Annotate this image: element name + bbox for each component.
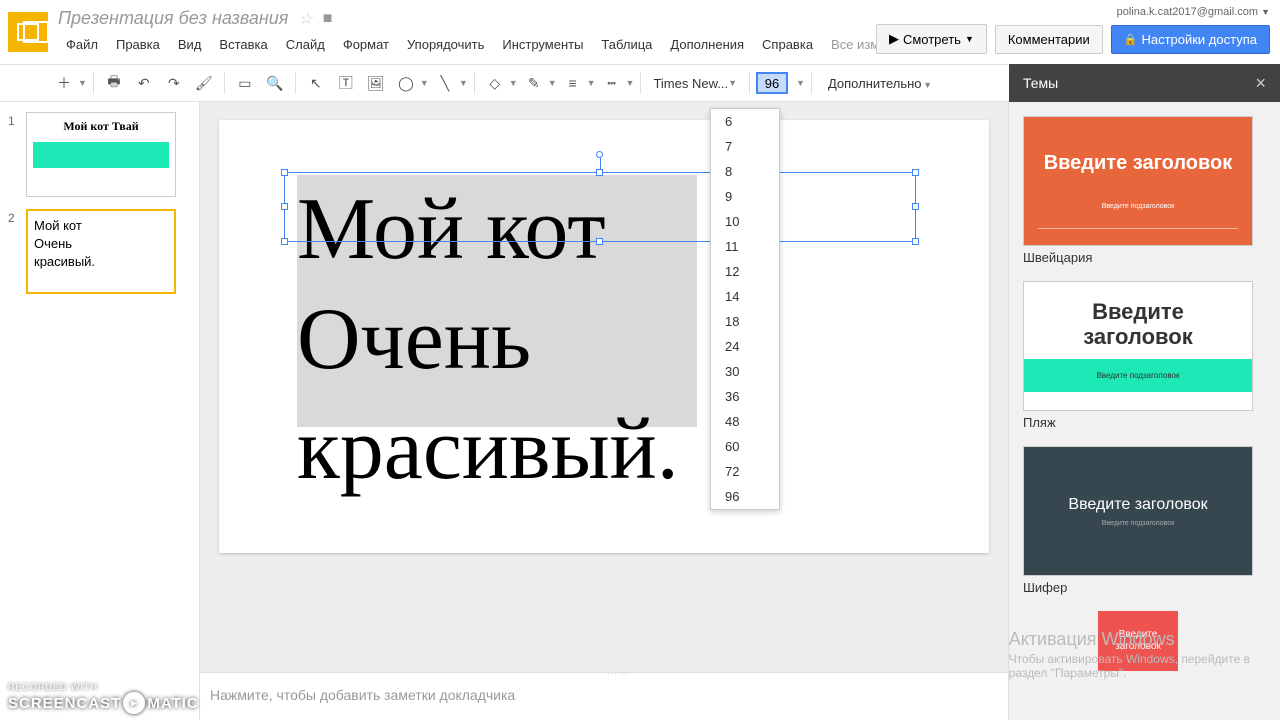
slide[interactable]: Мой кот Очень красивый. <box>219 120 989 553</box>
menu-format[interactable]: Формат <box>335 33 397 56</box>
drag-handle-icon[interactable]: ⋯⋯ <box>604 669 634 673</box>
menu-help[interactable]: Справка <box>754 33 821 56</box>
menu-addons[interactable]: Дополнения <box>662 33 752 56</box>
zoom-button[interactable]: 🔍 <box>261 69 289 97</box>
resize-handle[interactable] <box>596 169 603 176</box>
font-size-option[interactable]: 72 <box>711 459 779 484</box>
font-size-option[interactable]: 8 <box>711 159 779 184</box>
slide-thumbnail-1[interactable]: Мой кот Твай <box>26 112 176 197</box>
select-tool[interactable]: ↖ <box>302 69 330 97</box>
font-size-option[interactable]: 96 <box>711 484 779 509</box>
resize-handle[interactable] <box>912 169 919 176</box>
speaker-notes[interactable]: ⋯⋯ Нажмите, чтобы добавить заметки докла… <box>200 672 1008 720</box>
toolbar-more[interactable]: Дополнительно ▼ <box>818 76 942 91</box>
font-size-option[interactable]: 10 <box>711 209 779 234</box>
new-slide-button[interactable]: ＋ <box>50 69 78 97</box>
textbox-selection[interactable] <box>284 172 916 242</box>
title-bar: Презентация без названия ☆ ■ Файл Правка… <box>0 0 1280 64</box>
theme-name: Пляж <box>1023 411 1266 434</box>
font-size-option[interactable]: 18 <box>711 309 779 334</box>
resize-handle[interactable] <box>912 238 919 245</box>
fill-color-button[interactable]: ◇ <box>481 69 509 97</box>
theme-beach[interactable]: Введите заголовок Введите подзаголовок <box>1023 281 1253 411</box>
menu-slide[interactable]: Слайд <box>278 33 333 56</box>
theme-swiss[interactable]: Введите заголовок Введите подзаголовок <box>1023 116 1253 246</box>
user-email[interactable]: polina.k.cat2017@gmail.com ▼ <box>876 6 1270 18</box>
theme-name: Шифер <box>1023 576 1266 599</box>
resize-handle[interactable] <box>281 203 288 210</box>
rotate-handle[interactable] <box>596 151 603 158</box>
font-size-dropdown-icon[interactable]: ▼ <box>796 78 805 88</box>
chevron-down-icon[interactable]: ▼ <box>548 78 557 88</box>
menu-table[interactable]: Таблица <box>593 33 660 56</box>
windows-activation-overlay: Активация Windows Чтобы активировать Win… <box>1009 629 1250 680</box>
thumb-number: 1 <box>8 112 20 128</box>
chevron-down-icon[interactable]: ▼ <box>587 78 596 88</box>
menu-insert[interactable]: Вставка <box>211 33 275 56</box>
menu-edit[interactable]: Правка <box>108 33 168 56</box>
present-button[interactable]: ▶ Смотреть ▼ <box>876 24 987 54</box>
recorder-watermark: RECORDED WITH SCREENCAST ▸ MATIC <box>8 682 199 714</box>
slide-thumbnails: 1 Мой кот Твай 2 Мой кот Очень красивый. <box>0 102 200 720</box>
app-logo[interactable] <box>8 12 48 52</box>
font-size-option[interactable]: 12 <box>711 259 779 284</box>
resize-handle[interactable] <box>281 238 288 245</box>
font-size-dropdown: 6 7 8 9 10 11 12 14 18 24 30 36 48 60 72… <box>710 108 780 510</box>
menu-tools[interactable]: Инструменты <box>494 33 591 56</box>
chevron-down-icon[interactable]: ▼ <box>78 78 87 88</box>
slide-canvas[interactable]: Мой кот Очень красивый. <box>200 102 1008 720</box>
menu-file[interactable]: Файл <box>58 33 106 56</box>
menu-view[interactable]: Вид <box>170 33 210 56</box>
print-button[interactable]: 🖶 <box>100 69 128 97</box>
folder-icon[interactable]: ■ <box>323 10 333 28</box>
resize-handle[interactable] <box>596 238 603 245</box>
image-tool[interactable]: 🖼 <box>362 69 390 97</box>
font-family-select[interactable]: Times New... ▼ <box>647 76 743 91</box>
font-size-option[interactable]: 36 <box>711 384 779 409</box>
font-size-option[interactable]: 48 <box>711 409 779 434</box>
font-size-input[interactable] <box>756 72 788 94</box>
document-title[interactable]: Презентация без названия <box>58 8 288 29</box>
comments-button[interactable]: Комментарии <box>995 25 1103 54</box>
font-size-option[interactable]: 7 <box>711 134 779 159</box>
font-size-option[interactable]: 11 <box>711 234 779 259</box>
textbox-tool[interactable]: 🅃 <box>332 69 360 97</box>
font-size-option[interactable]: 60 <box>711 434 779 459</box>
thumb-number: 2 <box>8 209 20 225</box>
slide-thumbnail-2[interactable]: Мой кот Очень красивый. <box>26 209 176 294</box>
resize-handle[interactable] <box>912 203 919 210</box>
share-button[interactable]: 🔒 Настройки доступа <box>1111 25 1270 54</box>
font-size-option[interactable]: 9 <box>711 184 779 209</box>
shape-tool[interactable]: ◯ <box>392 69 420 97</box>
themes-panel: Темы × Введите заголовок Введите подзаго… <box>1008 102 1280 720</box>
redo-button[interactable]: ↷ <box>160 69 188 97</box>
border-dash-button[interactable]: ┅ <box>598 69 626 97</box>
themes-title: Темы <box>1023 75 1058 91</box>
close-icon[interactable]: × <box>1255 73 1266 94</box>
font-size-option[interactable]: 6 <box>711 109 779 134</box>
menu-arrange[interactable]: Упорядочить <box>399 33 492 56</box>
undo-button[interactable]: ↶ <box>130 69 158 97</box>
chevron-down-icon[interactable]: ▼ <box>420 78 429 88</box>
star-icon[interactable]: ☆ <box>298 9 312 29</box>
theme-slate[interactable]: Введите заголовок Введите подзаголовок <box>1023 446 1253 576</box>
theme-name: Швейцария <box>1023 246 1266 269</box>
chevron-down-icon[interactable]: ▼ <box>509 78 518 88</box>
chevron-down-icon[interactable]: ▼ <box>626 78 635 88</box>
font-size-option[interactable]: 14 <box>711 284 779 309</box>
font-size-option[interactable]: 24 <box>711 334 779 359</box>
line-tool[interactable]: ╲ <box>431 69 459 97</box>
resize-handle[interactable] <box>281 169 288 176</box>
chevron-down-icon[interactable]: ▼ <box>459 78 468 88</box>
border-color-button[interactable]: ✎ <box>520 69 548 97</box>
zoom-fit-button[interactable]: ▭ <box>231 69 259 97</box>
font-size-option[interactable]: 30 <box>711 359 779 384</box>
paint-format-button[interactable]: 🖌 <box>190 69 218 97</box>
border-weight-button[interactable]: ≡ <box>559 69 587 97</box>
